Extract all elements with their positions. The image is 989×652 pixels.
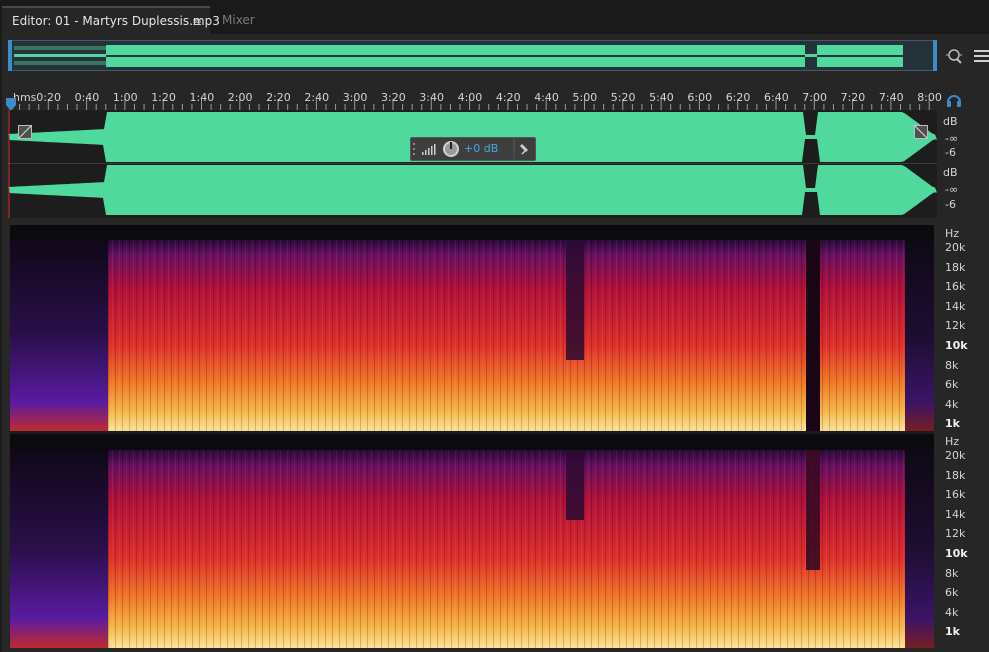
ruler-tick-label: 2:00 <box>227 91 253 104</box>
db-unit-label-ch1: dB <box>943 115 958 128</box>
ruler-tick-label: 4:40 <box>534 91 559 104</box>
frequency-label: 8k <box>945 358 959 372</box>
tab-editor-label: Editor: 01 - Martyrs Duplessis.mp3 <box>12 14 220 28</box>
pin-icon[interactable] <box>519 142 531 161</box>
frequency-label: 4k <box>945 397 959 411</box>
ruler-tick-label: 2:20 <box>266 91 291 104</box>
frequency-label: 16k <box>945 280 966 294</box>
ruler-tick-label: 1:00 <box>112 91 138 104</box>
menu-lines-icon[interactable] <box>974 48 989 67</box>
volume-hud[interactable]: +0 dB <box>410 137 536 161</box>
frequency-label: 14k <box>945 507 966 521</box>
ruler-tick-label: 2:40 <box>304 91 330 104</box>
amplitude-scale: dB -∞ -6 dB -∞ -6 <box>937 110 989 218</box>
ruler-tick-label: 5:00 <box>572 91 598 104</box>
tab-mixer[interactable]: Mixer <box>222 13 255 27</box>
overview-navigator[interactable] <box>8 40 937 71</box>
frequency-label: 4k <box>945 605 959 619</box>
ruler-tick-label: 8:00 <box>917 91 942 104</box>
frequency-label: 6k <box>945 586 959 600</box>
frequency-scale: Hz 20k 18k 16k 14k 12k 10k 8k 6k 4k 1k Hz 20k 18k 16k 1… <box>937 225 989 648</box>
hz-unit-label: Hz <box>945 227 960 240</box>
frequency-label: 12k <box>945 527 966 541</box>
ruler-tick-label: 3:20 <box>381 91 406 104</box>
hz-unit-label: Hz <box>945 435 960 448</box>
panel-resize-handle[interactable] <box>498 218 522 232</box>
ruler-tick-label: 4:00 <box>457 91 483 104</box>
ruler-tick-label: 6:20 <box>725 91 751 104</box>
overview-waveform <box>8 40 937 71</box>
db-value-label: -∞ <box>945 183 959 196</box>
ruler-tick-label: 7:00 <box>802 91 827 104</box>
ruler-tick-label: 1:20 <box>151 91 176 104</box>
frequency-label: 1k <box>945 417 960 431</box>
zoom-icon[interactable] <box>944 46 964 70</box>
ruler-tick-label: 5:40 <box>649 91 674 104</box>
ruler-tick-label: 0:20 <box>36 91 61 104</box>
db-value-label: -∞ <box>945 132 959 145</box>
ruler-tick-label: 4:20 <box>495 91 521 104</box>
ruler-tick-label: 1:40 <box>189 91 215 104</box>
ruler-tick-label: 3:40 <box>419 91 444 104</box>
ruler-tick-label: 7:20 <box>840 91 866 104</box>
frequency-label: 1k <box>945 625 960 639</box>
ruler-tick-label: 6:00 <box>687 91 713 104</box>
frequency-label: 8k <box>945 566 959 580</box>
frequency-label: 18k <box>945 260 966 274</box>
fade-out-handle[interactable] <box>914 124 928 143</box>
ruler-tick-label: 0:40 <box>74 91 100 104</box>
ruler-tick-label: 6:40 <box>764 91 789 104</box>
frequency-label: 6k <box>945 378 959 392</box>
waveform-display[interactable] <box>8 110 937 218</box>
volume-value: +0 dB <box>464 142 499 155</box>
ruler-tick-label: 5:20 <box>610 91 636 104</box>
time-ruler[interactable]: 0:20 0:40 1:00 1:20 1:40 2:00 2:20 2:40 3:00 3:20… <box>8 88 942 110</box>
db-value-label: -6 <box>945 198 956 211</box>
frequency-label: 18k <box>945 468 966 482</box>
tab-menu-icon[interactable]: ≡ <box>192 15 202 29</box>
frequency-label: 10k <box>945 547 968 560</box>
frequency-label: 10k <box>945 339 968 352</box>
frequency-label: 20k <box>945 241 966 254</box>
headphones-icon[interactable] <box>946 92 962 111</box>
frequency-label: 12k <box>945 319 966 333</box>
frequency-label: 16k <box>945 488 966 502</box>
fade-in-handle[interactable] <box>18 124 32 143</box>
waveform-channel <box>8 165 937 215</box>
ruler-tick-label: 3:00 <box>342 91 368 104</box>
ruler-tick-label: 7:40 <box>878 91 904 104</box>
tab-editor[interactable]: Editor: 01 - Martyrs Duplessis.mp3 ≡ <box>2 6 220 34</box>
db-unit-label-ch2: dB <box>943 166 958 179</box>
db-value-label: -6 <box>945 146 956 159</box>
frequency-label: 14k <box>945 299 966 313</box>
hud-grip <box>413 143 415 155</box>
frequency-label: 20k <box>945 449 966 462</box>
spectral-frequency-display[interactable] <box>10 225 934 648</box>
